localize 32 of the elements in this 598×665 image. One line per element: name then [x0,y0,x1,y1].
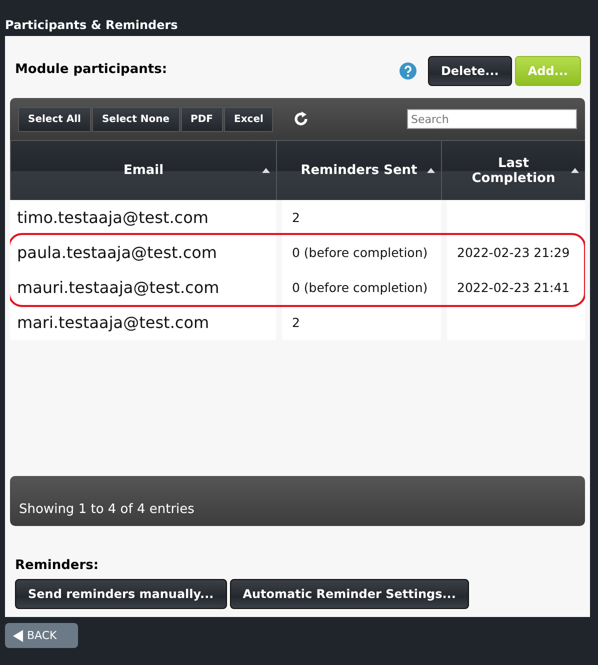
sort-icon [262,167,270,173]
window-title: Participants & Reminders [4,17,179,34]
table-cell: timo.testaaja@test.com [10,200,276,235]
column-header[interactable]: Reminders Sent [276,140,441,200]
column-header[interactable]: Last Completion [441,140,585,200]
toolbar-button[interactable]: Select None [92,106,180,132]
reminder-button[interactable]: Send reminders manually... [15,579,227,609]
column-header[interactable]: Email [10,140,276,200]
table-cell: 2 [282,200,441,235]
table-cell: 0 (before completion) [282,270,441,305]
delete-button[interactable]: Delete... [428,56,512,86]
sort-icon [571,167,579,173]
table-cell: 2022-02-23 21:41 [447,270,585,305]
toolbar-button[interactable]: Select All [18,106,91,132]
search-field[interactable]: Search [407,109,577,129]
reminder-button[interactable]: Automatic Reminder Settings... [230,579,469,609]
table-cell: 2 [282,305,441,340]
table-footer: Showing 1 to 4 of 4 entries [10,476,585,526]
section-title: Module participants: [15,61,168,77]
toolbar-button[interactable]: Excel [224,106,274,132]
table-cell: paula.testaaja@test.com [10,235,276,270]
refresh-icon[interactable] [292,110,310,128]
sort-icon [427,167,435,173]
table-cell: 0 (before completion) [282,235,441,270]
table-cell: mari.testaaja@test.com [10,305,276,340]
toolbar-button[interactable]: PDF [180,106,223,132]
help-icon[interactable] [398,62,417,80]
back-button[interactable]: BACK [5,623,78,648]
section-title: Reminders: [15,558,100,573]
table-cell: mauri.testaaja@test.com [10,270,276,305]
table-cell: 2022-02-23 21:29 [447,235,585,270]
back-icon [13,630,23,642]
